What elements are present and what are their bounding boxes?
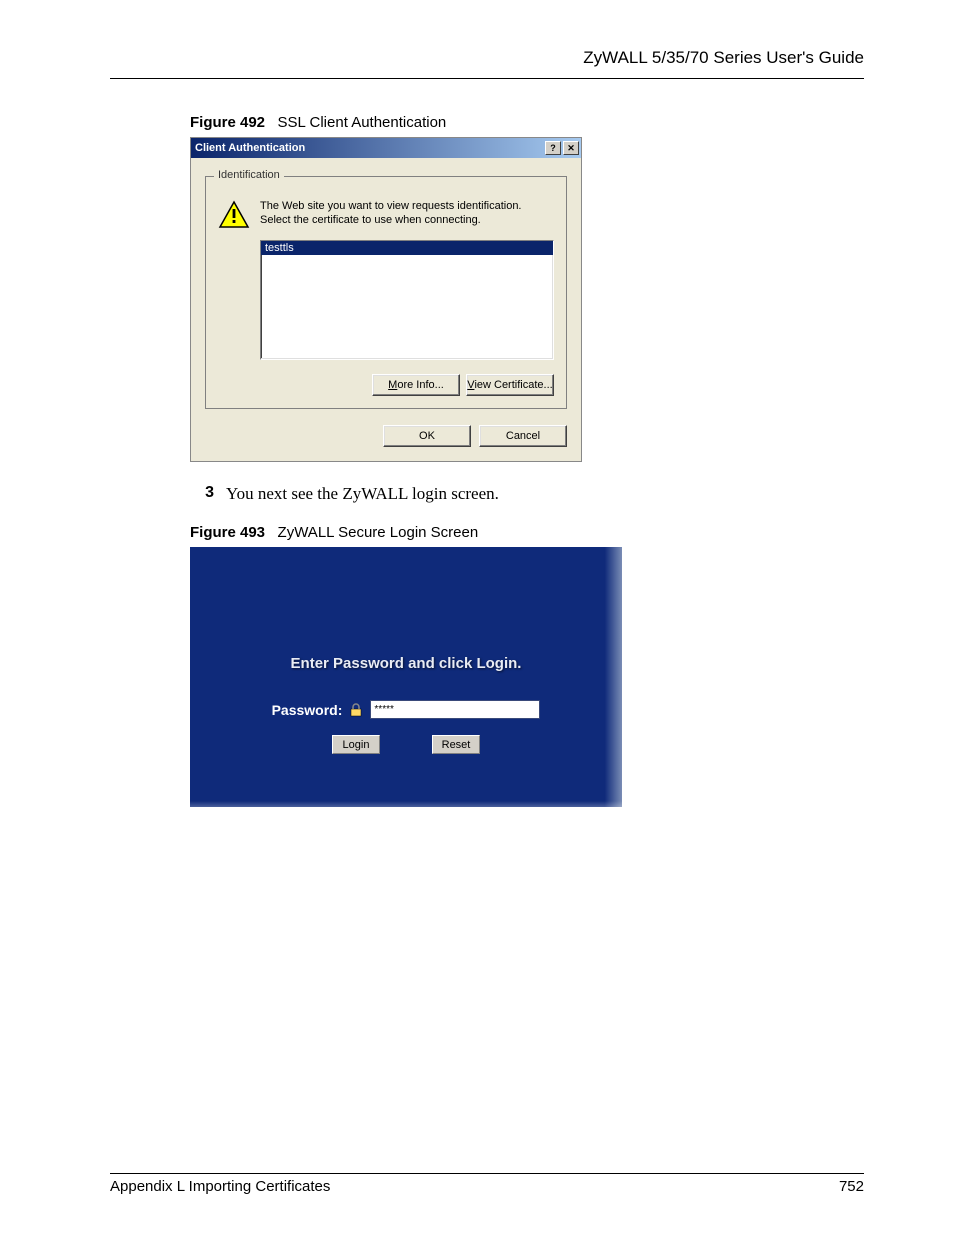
step-number: 3	[190, 484, 214, 504]
footer-page: 752	[839, 1178, 864, 1195]
identification-group: Identification The Web site you want to …	[205, 176, 567, 409]
login-button[interactable]: Login	[332, 735, 380, 754]
figure-caption-492: Figure 492 SSL Client Authentication	[190, 114, 864, 131]
figure-493-title: ZyWALL Secure Login Screen	[278, 524, 479, 541]
close-button[interactable]: ✕	[563, 141, 579, 155]
client-auth-dialog: Client Authentication ? ✕ Identification…	[190, 137, 582, 462]
dialog-title: Client Authentication	[195, 142, 543, 154]
password-label: Password:	[272, 702, 343, 718]
reset-button[interactable]: Reset	[432, 735, 480, 754]
figure-492-title: SSL Client Authentication	[278, 114, 447, 131]
more-info-button[interactable]: More Info...	[372, 374, 460, 396]
lock-icon	[348, 703, 364, 717]
figure-493-label: Figure 493	[190, 524, 265, 541]
login-title: Enter Password and click Login.	[190, 655, 622, 672]
view-certificate-button[interactable]: View Certificate...	[466, 374, 554, 396]
figure-caption-493: Figure 493 ZyWALL Secure Login Screen	[190, 524, 864, 541]
dialog-message: The Web site you want to view requests i…	[260, 200, 554, 228]
login-screen: Enter Password and click Login. Password…	[190, 547, 622, 807]
page-footer: Appendix L Importing Certificates 752	[110, 1173, 864, 1195]
dialog-body: Identification The Web site you want to …	[191, 158, 581, 461]
cancel-button[interactable]: Cancel	[479, 425, 567, 447]
content: Figure 492 SSL Client Authentication Cli…	[190, 114, 864, 807]
step-3: 3 You next see the ZyWALL login screen.	[190, 484, 864, 504]
group-legend: Identification	[214, 169, 284, 181]
page-header: ZyWALL 5/35/70 Series User's Guide	[110, 48, 864, 78]
panel-shade	[190, 801, 622, 807]
footer-rule	[110, 1173, 864, 1174]
header-rule	[110, 78, 864, 79]
dialog-titlebar[interactable]: Client Authentication ? ✕	[191, 138, 581, 158]
help-button[interactable]: ?	[545, 141, 561, 155]
warning-icon	[218, 200, 250, 230]
cert-list-item[interactable]: testtls	[261, 241, 553, 255]
footer-appendix: Appendix L Importing Certificates	[110, 1178, 330, 1195]
figure-492-label: Figure 492	[190, 114, 265, 131]
ok-button[interactable]: OK	[383, 425, 471, 447]
certificate-list[interactable]: testtls	[260, 240, 554, 360]
password-input[interactable]: *****	[370, 700, 540, 719]
step-text: You next see the ZyWALL login screen.	[226, 484, 499, 504]
